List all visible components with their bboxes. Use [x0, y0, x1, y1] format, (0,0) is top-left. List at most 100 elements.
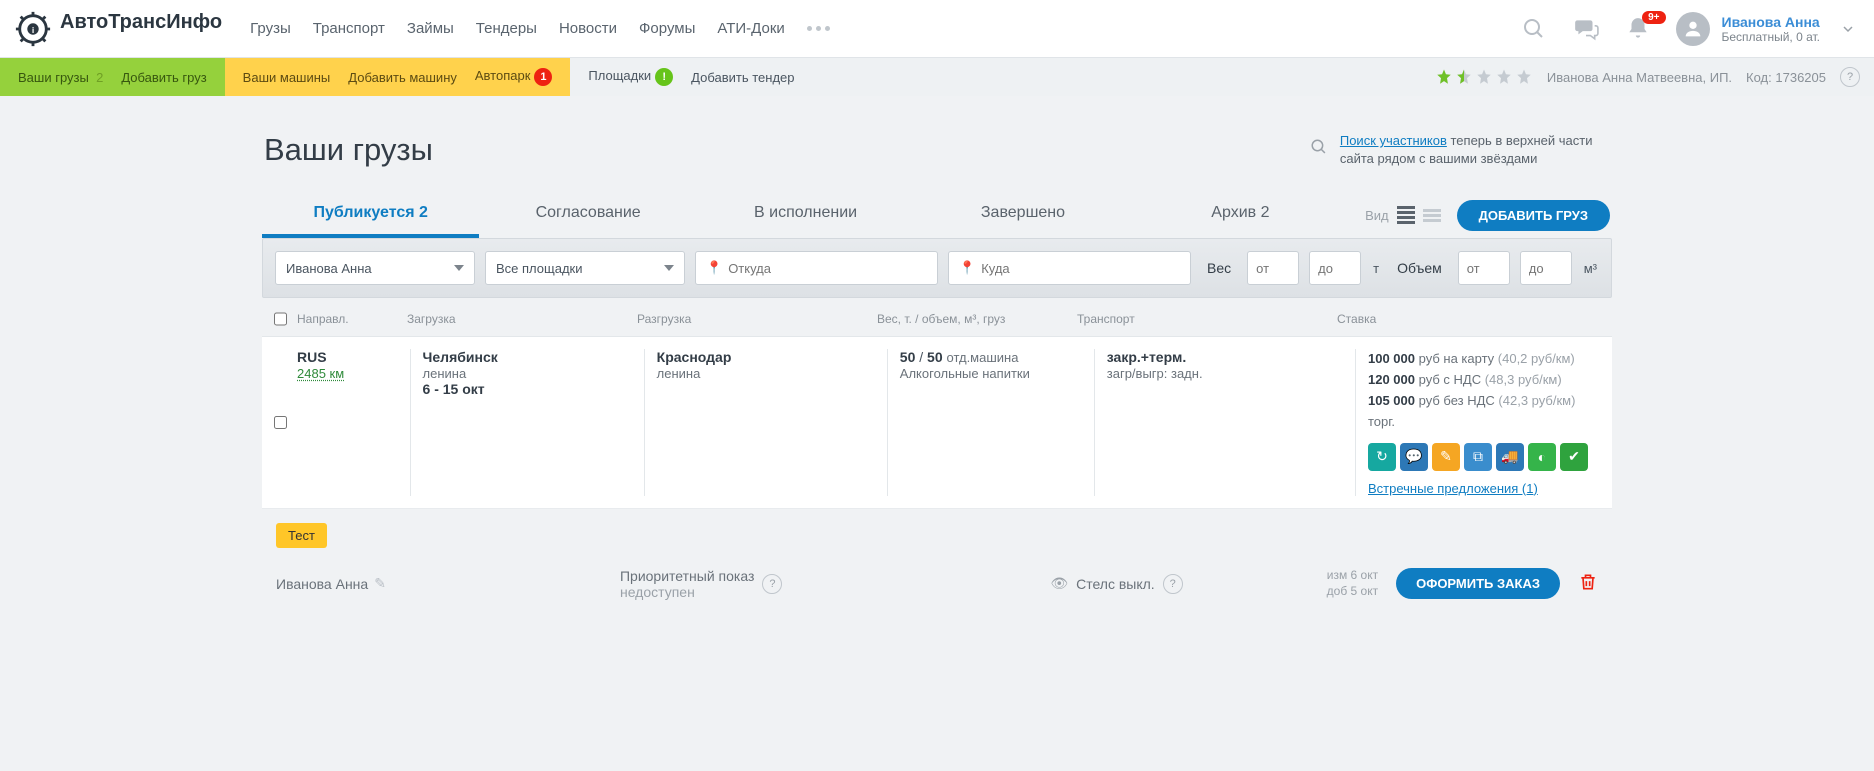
hint-link[interactable]: Поиск участников: [1340, 133, 1447, 148]
row-actions: ↻ 💬 ✎ ⧉ 🚚 ◐ ✔: [1368, 443, 1588, 471]
weight-to-input[interactable]: [1309, 251, 1361, 285]
subnav-your-trucks[interactable]: Ваши машины: [243, 70, 331, 85]
weight-from-input[interactable]: [1247, 251, 1299, 285]
stealth-help-icon[interactable]: ?: [1163, 574, 1183, 594]
added-date: доб 5 окт: [1327, 584, 1378, 600]
check-icon[interactable]: ✔: [1560, 443, 1588, 471]
rating-stars[interactable]: [1435, 68, 1533, 86]
add-cargo-button[interactable]: ДОБАВИТЬ ГРУЗ: [1457, 200, 1610, 231]
subnav-platforms[interactable]: Площадки: [588, 68, 651, 83]
th-transport[interactable]: Транспорт: [1077, 312, 1337, 326]
subnav-add-truck[interactable]: Добавить машину: [348, 70, 457, 85]
nav-cargo[interactable]: Грузы: [250, 20, 291, 37]
nav-forums[interactable]: Форумы: [639, 20, 695, 37]
th-load[interactable]: Загрузка: [407, 312, 637, 326]
filter-to-input[interactable]: 📍: [948, 251, 1191, 285]
row-weight: 50: [900, 349, 916, 365]
table-row: RUS 2485 км Челябинск ленина 6 - 15 окт …: [262, 337, 1612, 508]
nav-more-icon[interactable]: [807, 26, 830, 31]
tab-publish[interactable]: Публикуется 2: [262, 192, 479, 238]
th-direction[interactable]: Направл.: [297, 312, 407, 326]
filter-platforms-select[interactable]: Все площадки: [485, 251, 685, 285]
eye-off-icon: 👁: [1050, 575, 1068, 592]
nav-news[interactable]: Новости: [559, 20, 617, 37]
svg-text:i: i: [32, 24, 34, 34]
weight-label: Вес: [1207, 260, 1231, 276]
refresh-icon[interactable]: ↻: [1368, 443, 1396, 471]
row-owner: Иванова Анна: [276, 576, 368, 592]
row-distance[interactable]: 2485 км: [297, 366, 344, 381]
delete-icon[interactable]: [1578, 572, 1598, 595]
weight-unit: т: [1373, 261, 1379, 276]
priority-sub: недоступен: [620, 584, 754, 600]
volume-unit: м³: [1584, 261, 1597, 276]
truck-icon[interactable]: 🚚: [1496, 443, 1524, 471]
row-footer: Иванова Анна ✎ Приоритетный показ недост…: [262, 558, 1612, 600]
view-sparse-icon[interactable]: [1423, 209, 1441, 222]
volume-label: Объем: [1397, 260, 1442, 276]
nav-tenders[interactable]: Тендеры: [476, 20, 537, 37]
order-button[interactable]: ОФОРМИТЬ ЗАКАЗ: [1396, 568, 1560, 599]
filters-bar: Иванова Анна Все площадки 📍 📍 Вес т Объе…: [262, 238, 1612, 298]
tab-done[interactable]: Завершено: [914, 192, 1131, 238]
subnav-autopark[interactable]: Автопарк: [475, 68, 531, 83]
tab-archive[interactable]: Архив 2: [1132, 192, 1349, 238]
hint-box: Поиск участников теперь в верхней части …: [1310, 132, 1610, 168]
select-all-checkbox[interactable]: [274, 312, 287, 326]
subnav-add-cargo[interactable]: Добавить груз: [121, 70, 206, 85]
th-unload[interactable]: Разгрузка: [637, 312, 877, 326]
row-volume: 50: [927, 349, 943, 365]
th-rate[interactable]: Ставка: [1337, 312, 1600, 326]
message-icon[interactable]: 💬: [1400, 443, 1428, 471]
row-checkbox[interactable]: [274, 349, 287, 495]
view-dense-icon[interactable]: [1397, 206, 1415, 224]
modified-date: изм 6 окт: [1327, 568, 1378, 584]
chat-icon[interactable]: [1572, 15, 1600, 43]
priority-help-icon[interactable]: ?: [762, 574, 782, 594]
row-country: RUS: [297, 349, 327, 365]
copy-icon[interactable]: ⧉: [1464, 443, 1492, 471]
subnav-add-tender[interactable]: Добавить тендер: [691, 70, 794, 85]
row-cargo: Алкогольные напитки: [900, 366, 1030, 381]
toggle-icon[interactable]: ◐: [1528, 443, 1556, 471]
counter-offers-link[interactable]: Встречные предложения (1): [1368, 481, 1538, 496]
volume-to-input[interactable]: [1520, 251, 1572, 285]
avatar-icon: [1676, 12, 1710, 46]
row-bargain: торг.: [1368, 412, 1588, 433]
user-menu[interactable]: Иванова Анна Бесплатный, 0 ат.: [1676, 12, 1855, 46]
row-load-street: ленина: [423, 366, 467, 381]
search-icon[interactable]: [1520, 15, 1548, 43]
tab-agreement[interactable]: Согласование: [479, 192, 696, 238]
priority-label: Приоритетный показ: [620, 568, 754, 584]
row-unload-street: ленина: [657, 366, 701, 381]
autopark-badge: 1: [534, 68, 552, 86]
notifications-icon[interactable]: 9+: [1624, 15, 1652, 43]
help-icon[interactable]: ?: [1840, 67, 1860, 87]
tab-execution[interactable]: В исполнении: [697, 192, 914, 238]
test-tag[interactable]: Тест: [276, 523, 327, 548]
row-dates: 6 - 15 окт: [423, 381, 485, 397]
edit-icon[interactable]: ✎: [1432, 443, 1460, 471]
nav-docs[interactable]: АТИ-Доки: [717, 20, 784, 37]
filter-owner-select[interactable]: Иванова Анна: [275, 251, 475, 285]
user-plan: Бесплатный, 0 ат.: [1722, 30, 1821, 44]
filter-from-input[interactable]: 📍: [695, 251, 938, 285]
volume-from-input[interactable]: [1458, 251, 1510, 285]
logo-icon: i: [14, 10, 52, 48]
page-title: Ваши грузы: [264, 132, 433, 168]
top-nav: Грузы Транспорт Займы Тендеры Новости Фо…: [250, 20, 1495, 37]
row-unload-city: Краснодар: [657, 349, 732, 365]
notifications-badge: 9+: [1642, 11, 1665, 24]
user-name: Иванова Анна: [1722, 14, 1821, 30]
row-body-type: закр.+терм.: [1107, 349, 1186, 365]
th-weight[interactable]: Вес, т. / объем, м³, груз: [877, 312, 1077, 326]
nav-transport[interactable]: Транспорт: [313, 20, 385, 37]
view-label: Вид: [1365, 208, 1389, 223]
sub-nav: Ваши грузы 2 Добавить груз Ваши машины Д…: [0, 58, 1874, 96]
subnav-your-cargo[interactable]: Ваши грузы: [18, 70, 89, 85]
platforms-badge: !: [655, 68, 673, 86]
company-name: Иванова Анна Матвеевна, ИП.: [1547, 70, 1732, 85]
edit-owner-icon[interactable]: ✎: [374, 575, 386, 592]
chevron-down-icon: [1842, 23, 1854, 35]
nav-loans[interactable]: Займы: [407, 20, 454, 37]
